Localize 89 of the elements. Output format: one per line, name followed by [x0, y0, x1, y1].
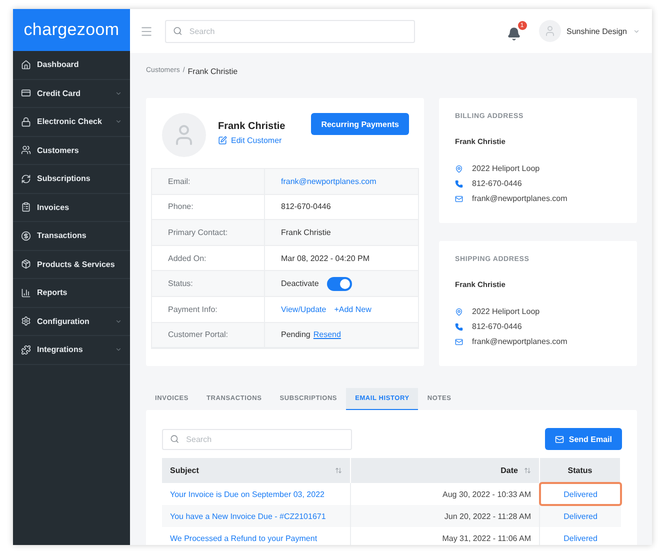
send-email-button[interactable]: Send Email [544, 428, 622, 450]
detail-value: Mar 08, 2022 - 04:20 PM [281, 254, 370, 263]
sidebar-item[interactable]: Electronic Check [13, 108, 130, 136]
search-icon [173, 26, 182, 36]
payment-link[interactable]: +Add New [334, 304, 372, 314]
detail-label: Primary Contact: [152, 220, 265, 245]
subject-link[interactable]: Your Invoice is Due on September 03, 2022 [170, 490, 324, 498]
mail-icon [455, 338, 463, 346]
recurring-payments-button[interactable]: Recurring Payments [311, 113, 409, 135]
address-line: 2022 Heliport Loop [472, 164, 540, 173]
pin-icon [455, 308, 463, 316]
date-cell: May 31, 2022 - 11:06 AM [442, 534, 531, 542]
customer-name: Frank Christie [218, 121, 286, 132]
card-icon [21, 88, 31, 98]
sidebar-item[interactable]: Subscriptions [13, 165, 130, 194]
avatar [162, 113, 206, 157]
detail-label: Added On: [152, 246, 265, 270]
edit-icon [218, 136, 227, 145]
box-icon [21, 259, 31, 270]
status-cell-text: Delivered [562, 532, 598, 544]
mail-icon [455, 194, 463, 202]
detail-value: 812-670-0446 [281, 202, 331, 212]
phone-icon [455, 322, 463, 330]
caret-icon [115, 318, 122, 325]
bar-chart-icon [21, 288, 31, 298]
status-cell: Delivered [540, 483, 621, 505]
detail-value: Frank Christie [281, 228, 331, 237]
avatar [538, 20, 561, 42]
column-header[interactable]: Status [568, 466, 592, 475]
edit-customer-link[interactable]: Edit Customer [218, 136, 312, 145]
refresh-icon [21, 174, 31, 184]
search-field[interactable]: Search [162, 428, 352, 450]
sidebar-item[interactable]: Products & Services [13, 250, 130, 279]
address-line: 2022 Heliport Loop [472, 307, 540, 316]
sidebar-item[interactable]: Integrations [13, 336, 130, 364]
payment-link[interactable]: View/Update [281, 304, 326, 314]
breadcrumb-current: Frank Christie [188, 67, 238, 76]
detail-label: Payment Info: [152, 296, 265, 322]
gear-icon [21, 316, 31, 326]
phone-icon [455, 180, 463, 188]
pin-icon [455, 164, 463, 172]
address-line: frank@newportplanes.com [472, 337, 568, 346]
sidebar-item[interactable]: Reports [13, 279, 130, 308]
dollar-icon [21, 230, 31, 241]
lock-icon [21, 116, 31, 127]
sidebar-item[interactable]: Configuration [13, 308, 130, 336]
address-line: 812-670-0446 [472, 179, 522, 188]
address-line: frank@newportplanes.com [472, 194, 568, 203]
search-input[interactable]: Search [187, 20, 407, 42]
date-cell: Jun 20, 2022 - 11:28 AM [444, 512, 531, 520]
address-line: 812-670-0446 [472, 322, 522, 331]
column-header[interactable]: Date [500, 466, 518, 475]
status-cell-text: Delivered [562, 510, 598, 522]
detail-label: Email: [152, 169, 265, 194]
sidebar-item[interactable]: Dashboard [13, 51, 130, 80]
people-icon [21, 145, 31, 156]
status-text: Deactivate [281, 279, 319, 288]
caret-icon [115, 118, 122, 126]
sidebar-item[interactable]: Invoices [13, 194, 130, 222]
menu-icon[interactable] [140, 24, 153, 38]
column-header[interactable]: Subject [170, 466, 199, 475]
home-icon [21, 60, 31, 70]
caret-icon [115, 346, 122, 354]
search-field[interactable]: Search [165, 20, 415, 42]
sort-icon[interactable] [524, 467, 531, 474]
portal-status: Pending [281, 330, 310, 340]
caret-icon [633, 28, 640, 34]
search-icon [170, 434, 180, 444]
bell-icon [506, 27, 521, 41]
sort-icon[interactable] [335, 467, 342, 474]
status-toggle[interactable] [326, 276, 352, 291]
caret-icon [115, 90, 122, 97]
search-input[interactable]: Search [184, 430, 344, 448]
sidebar-item[interactable]: Credit Card [13, 80, 130, 108]
email-link[interactable]: frank@newportplanes.com [281, 176, 376, 186]
mail-icon [554, 434, 564, 444]
sidebar-item[interactable]: Transactions [13, 222, 130, 250]
resend-link[interactable]: Resend [313, 330, 341, 340]
puzzle-icon [21, 344, 31, 355]
detail-label: Customer Portal: [152, 322, 265, 348]
clipboard-icon [21, 202, 31, 212]
user-menu[interactable]: Sunshine Design [538, 20, 640, 42]
detail-label: Phone: [152, 194, 265, 220]
sidebar-item[interactable]: Customers [13, 136, 130, 165]
detail-label: Status: [152, 271, 265, 296]
logo: chargezoom [13, 9, 130, 51]
subject-link[interactable]: We Processed a Refund to your Payment [170, 534, 318, 542]
date-cell: Aug 30, 2022 - 10:33 AM [442, 490, 531, 498]
subject-link[interactable]: You have a New Invoice Due - #CZ2101671 [170, 512, 326, 520]
